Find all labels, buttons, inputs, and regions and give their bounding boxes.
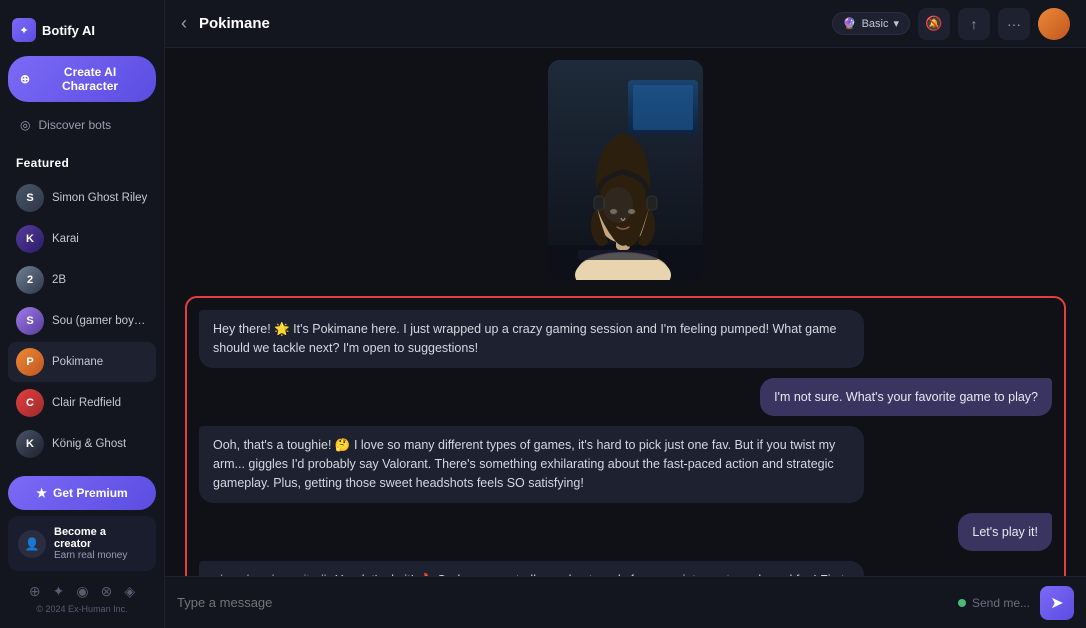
char-name-6: König & Ghost [52,438,126,450]
messages-bordered-box: Hey there! 🌟 It's Pokimane here. I just … [185,296,1066,576]
character-item-6[interactable]: K König & Ghost [8,424,156,464]
input-bar: Send me... ➤ [165,576,1086,628]
char-avatar-4: P [16,348,44,376]
message-input[interactable] [177,595,948,610]
sidebar-footer: ⊕ ✦ ◉ ⊗ ◈ [8,577,156,602]
sidebar-logo: ✦ Botify AI [8,12,156,56]
char-name-2: 2B [52,274,66,286]
char-avatar-3: S [16,307,44,335]
topbar-actions: 🔮 Basic ▾ 🔕 ↑ ··· [832,8,1070,40]
basic-badge[interactable]: 🔮 Basic ▾ [832,12,910,35]
instagram-icon[interactable]: ◉ [76,583,88,600]
send-icon: ➤ [1050,593,1063,613]
char-avatar-5: C [16,389,44,417]
star-icon: ★ [36,486,47,500]
back-button[interactable]: ‹ [181,13,187,34]
char-name-1: Karai [52,233,79,245]
copyright: © 2024 Ex-Human Inc. [8,602,156,616]
message-1-text: Hey there! 🌟 It's Pokimane here. I just … [213,322,836,355]
creator-text: Become a creator Earn real money [54,526,146,561]
character-item-4[interactable]: P Pokimane [8,342,156,382]
chevron-down-icon: ▾ [893,17,899,30]
message-3: Ooh, that's a toughie! 🤔 I love so many … [199,426,864,502]
char-avatar-6: K [16,430,44,458]
char-name-4: Pokimane [52,356,103,368]
send-button[interactable]: ➤ [1040,586,1074,620]
badge-icon: 🔮 [843,17,857,30]
tiktok-icon[interactable]: ◈ [124,583,135,600]
logo-icon: ✦ [12,18,36,42]
char-name-3: Sou (gamer boyfriend) [52,315,148,327]
sidebar: ✦ Botify AI ⊕ Create AI Character ◎ Disc… [0,0,165,628]
character-item-3[interactable]: S Sou (gamer boyfriend) [8,301,156,341]
chat-title: Pokimane [199,15,820,32]
user-avatar[interactable] [1038,8,1070,40]
featured-label: Featured [8,152,156,178]
twitter-icon[interactable]: ✦ [53,583,65,600]
message-4: Let's play it! [958,513,1052,552]
char-avatar-2: 2 [16,266,44,294]
creator-icon: 👤 [18,530,46,558]
get-premium-button[interactable]: ★ Get Premium [8,476,156,510]
share-button[interactable]: ↑ [958,8,990,40]
plus-icon: ⊕ [20,72,30,86]
message-4-text: Let's play it! [972,525,1038,539]
character-portrait [185,60,1066,280]
main-panel: ‹ Pokimane 🔮 Basic ▾ 🔕 ↑ ··· [165,0,1086,628]
message-2: I'm not sure. What's your favorite game … [760,378,1052,417]
discover-bots-button[interactable]: ◎ Discover bots [8,110,156,140]
character-item-2[interactable]: 2 2B [8,260,156,300]
message-1: Hey there! 🌟 It's Pokimane here. I just … [199,310,864,368]
compass-icon: ◎ [20,118,30,132]
topbar: ‹ Pokimane 🔮 Basic ▾ 🔕 ↑ ··· [165,0,1086,48]
character-item-5[interactable]: C Clair Redfield [8,383,156,423]
mute-button[interactable]: 🔕 [918,8,950,40]
online-dot [958,599,966,607]
message-2-text: I'm not sure. What's your favorite game … [774,390,1038,404]
character-item-1[interactable]: K Karai [8,219,156,259]
char-name-0: Simon Ghost Riley [52,192,147,204]
portrait-image [548,60,703,280]
chat-scroll[interactable]: Hey there! 🌟 It's Pokimane here. I just … [165,48,1086,576]
char-avatar-1: K [16,225,44,253]
input-status: Send me... [958,596,1030,610]
create-ai-button[interactable]: ⊕ Create AI Character [8,56,156,102]
character-item-0[interactable]: S Simon Ghost Riley [8,178,156,218]
become-creator-box[interactable]: 👤 Become a creator Earn real money [8,516,156,571]
message-3-text: Ooh, that's a toughie! 🤔 I love so many … [213,438,835,490]
message-5: claps hands excitedly Yay, let's do it! … [199,561,864,576]
chat-area: Hey there! 🌟 It's Pokimane here. I just … [165,48,1086,628]
send-label: Send me... [972,596,1030,610]
char-avatar-0: S [16,184,44,212]
facebook-icon[interactable]: ⊕ [29,583,41,600]
discord-icon[interactable]: ⊗ [101,583,113,600]
more-button[interactable]: ··· [998,8,1030,40]
app-name: Botify AI [42,23,95,38]
char-name-5: Clair Redfield [52,397,121,409]
character-list: S Simon Ghost Riley K Karai 2 2B S Sou (gamer b… [8,178,156,468]
